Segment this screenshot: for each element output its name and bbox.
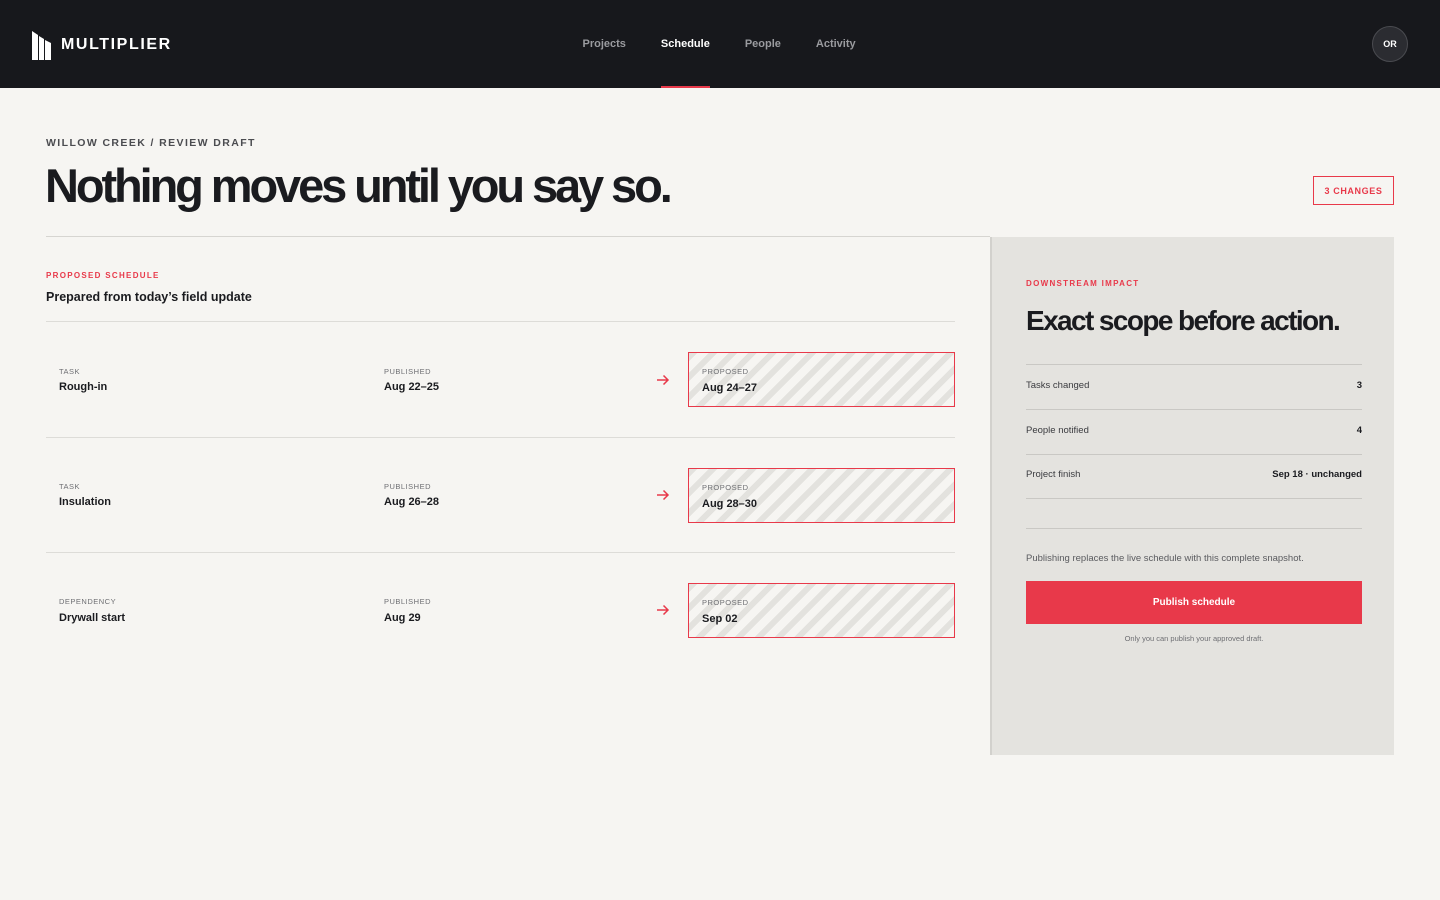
impact-stat-label: Tasks changed	[1026, 380, 1090, 391]
impact-divider	[1026, 364, 1362, 365]
impact-divider	[1026, 528, 1362, 529]
row-published-label: PUBLISHED	[384, 482, 432, 491]
impact-stat-value: Sep 18 · unchanged	[1272, 469, 1362, 480]
row-kind-label: TASK	[59, 367, 81, 376]
nav-activity[interactable]: Activity	[798, 0, 873, 88]
impact-divider	[1026, 409, 1362, 410]
multiplier-logo-icon	[32, 30, 51, 60]
brand-name: MULTIPLIER	[61, 36, 172, 53]
row-divider	[46, 437, 955, 438]
top-bar: MULTIPLIER Projects Schedule People Acti…	[0, 0, 1440, 88]
impact-title: Exact scope before action.	[1026, 305, 1341, 336]
row-published-date: Aug 22–25	[384, 381, 440, 393]
impact-stat-row: Project finish Sep 18 · unchanged	[1026, 466, 1362, 486]
proposed-date-box[interactable]: PROPOSED Aug 28–30	[688, 468, 955, 523]
row-task-name: Insulation	[59, 496, 111, 508]
schedule-row: TASK Rough-in PUBLISHED Aug 22–25 PROPOS…	[46, 352, 955, 466]
impact-stat-row: People notified 4	[1026, 422, 1362, 442]
schedule-title: Prepared from today’s field update	[46, 290, 252, 304]
publish-footnote: Only you can publish your approved draft…	[1124, 634, 1264, 643]
proposed-date: Sep 02	[702, 613, 738, 625]
proposed-label: PROPOSED	[702, 483, 749, 492]
publish-schedule-button[interactable]: Publish schedule	[1026, 581, 1362, 624]
row-divider	[46, 552, 955, 553]
arrow-right-icon	[657, 374, 670, 386]
impact-divider	[1026, 454, 1362, 455]
page-title: Nothing moves until you say so.	[45, 159, 673, 212]
row-published-label: PUBLISHED	[384, 367, 432, 376]
brand[interactable]: MULTIPLIER	[32, 30, 172, 60]
arrow-right-icon	[657, 489, 670, 501]
impact-eyebrow: DOWNSTREAM IMPACT	[1026, 279, 1140, 288]
impact-stat-value: 3	[1356, 380, 1362, 391]
proposed-date: Aug 24–27	[702, 382, 758, 394]
row-published-date: Aug 29	[384, 612, 421, 624]
downstream-impact-panel: DOWNSTREAM IMPACT Exact scope before act…	[990, 237, 1394, 755]
proposed-label: PROPOSED	[702, 598, 749, 607]
proposed-date: Aug 28–30	[702, 498, 758, 510]
row-divider	[46, 321, 955, 322]
row-published-label: PUBLISHED	[384, 597, 432, 606]
breadcrumb: WILLOW CREEK / REVIEW DRAFT	[46, 137, 256, 149]
proposed-label: PROPOSED	[702, 367, 749, 376]
impact-stat-label: People notified	[1026, 425, 1089, 436]
nav-people[interactable]: People	[727, 0, 798, 88]
header-divider	[46, 236, 990, 237]
schedule-row: DEPENDENCY Drywall start PUBLISHED Aug 2…	[46, 583, 955, 697]
row-task-name: Rough-in	[59, 381, 108, 393]
changes-badge[interactable]: 3 CHANGES	[1313, 176, 1394, 205]
schedule-row: TASK Insulation PUBLISHED Aug 26–28 PROP…	[46, 468, 955, 582]
impact-stat-value: 4	[1356, 425, 1362, 436]
nav-schedule[interactable]: Schedule	[643, 0, 727, 88]
user-avatar[interactable]: OR	[1372, 26, 1408, 62]
schedule-eyebrow: PROPOSED SCHEDULE	[46, 271, 160, 280]
impact-stat-row: Tasks changed 3	[1026, 377, 1362, 397]
impact-divider	[1026, 498, 1362, 499]
row-task-name: Drywall start	[59, 612, 126, 624]
proposed-date-box[interactable]: PROPOSED Sep 02	[688, 583, 955, 638]
proposed-date-box[interactable]: PROPOSED Aug 24–27	[688, 352, 955, 407]
main-nav: Projects Schedule People Activity	[565, 0, 873, 88]
nav-projects[interactable]: Projects	[565, 0, 643, 88]
arrow-right-icon	[657, 604, 670, 616]
publish-note: Publishing replaces the live schedule wi…	[1026, 553, 1304, 564]
row-published-date: Aug 26–28	[384, 496, 440, 508]
impact-stat-label: Project finish	[1026, 469, 1081, 480]
row-kind-label: DEPENDENCY	[59, 597, 117, 606]
row-kind-label: TASK	[59, 482, 81, 491]
